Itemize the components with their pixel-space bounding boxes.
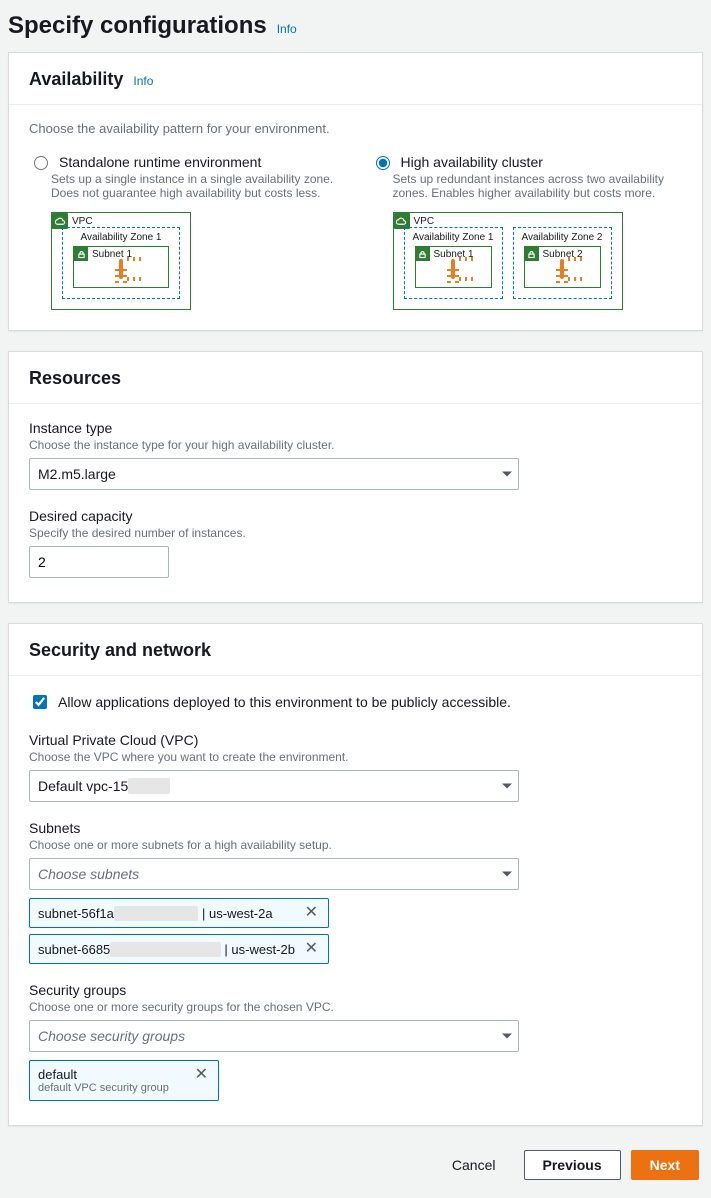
instance-icon — [560, 261, 564, 277]
az1-label: Availability Zone 1 — [405, 232, 502, 243]
availability-heading-text: Availability — [29, 69, 123, 90]
sg-token-name: default — [38, 1067, 169, 1082]
subnet-token: subnet-56f1axxxxxxxxxxxxx | us-west-2a ✕ — [29, 898, 329, 928]
sg-hint: Choose one or more security groups for t… — [29, 1000, 682, 1014]
availability-lead: Choose the availability pattern for your… — [29, 121, 682, 136]
page-title-text: Specify configurations — [8, 12, 267, 40]
vpc-select[interactable]: Default vpc-15xxxxxx — [29, 770, 519, 802]
subnet-token-text: subnet-56f1axxxxxxxxxxxxx | us-west-2a — [38, 906, 273, 921]
capacity-input[interactable] — [29, 546, 169, 578]
security-heading: Security and network — [29, 640, 682, 661]
instance-icon — [119, 261, 123, 277]
wizard-footer: Cancel Previous Next — [8, 1146, 703, 1190]
subnet1-label: Subnet 1 — [434, 249, 474, 260]
capacity-hint: Specify the desired number of instances. — [29, 526, 682, 540]
instance-type-label: Instance type — [29, 420, 682, 436]
page-info-link[interactable]: Info — [277, 22, 297, 36]
subnets-select[interactable]: Choose subnets — [29, 858, 519, 890]
lock-icon — [416, 247, 430, 261]
subnets-placeholder: Choose subnets — [38, 866, 139, 882]
az2-label: Availability Zone 2 — [514, 232, 611, 243]
cancel-button[interactable]: Cancel — [434, 1151, 514, 1179]
vpc-hint: Choose the VPC where you want to create … — [29, 750, 682, 764]
public-access-label: Allow applications deployed to this envi… — [58, 694, 511, 710]
sg-label: Security groups — [29, 982, 682, 998]
capacity-label: Desired capacity — [29, 508, 682, 524]
availability-info-link[interactable]: Info — [133, 74, 153, 88]
instance-icon — [451, 261, 455, 277]
instance-type-select[interactable]: M2.m5.large — [29, 458, 519, 490]
vpc-label: VPC — [72, 216, 93, 227]
option-ha[interactable]: High availability cluster Sets up redund… — [371, 154, 683, 310]
chevron-down-icon — [502, 872, 512, 877]
chevron-down-icon — [502, 784, 512, 789]
availability-panel: Availability Info Choose the availabilit… — [8, 52, 703, 331]
subnet2-label: Subnet 2 — [543, 249, 583, 260]
az1-label: Availability Zone 1 — [63, 232, 179, 243]
resources-heading: Resources — [29, 368, 682, 389]
subnets-hint: Choose one or more subnets for a high av… — [29, 838, 682, 852]
lock-icon — [525, 247, 539, 261]
diagram-ha: VPC Availability Zone 1 Subnet 1 — [393, 212, 683, 310]
resources-panel: Resources Instance type Choose the insta… — [8, 351, 703, 603]
diagram-standalone: VPC Availability Zone 1 Subnet 1 — [51, 212, 341, 310]
public-access-checkbox[interactable] — [33, 695, 47, 709]
close-icon[interactable]: ✕ — [193, 1067, 210, 1083]
sg-token: default default VPC security group ✕ — [29, 1060, 219, 1101]
close-icon[interactable]: ✕ — [303, 905, 320, 921]
subnet-token-text: subnet-6685xxxxxxxxxxxxxxxxx | us-west-2… — [38, 942, 295, 957]
availability-heading: Availability Info — [29, 69, 682, 90]
chevron-down-icon — [502, 472, 512, 477]
subnets-label: Subnets — [29, 820, 682, 836]
radio-ha[interactable] — [376, 156, 390, 170]
radio-ha-label: High availability cluster — [401, 154, 543, 170]
sg-placeholder: Choose security groups — [38, 1028, 185, 1044]
vpc-label: Virtual Private Cloud (VPC) — [29, 732, 682, 748]
radio-standalone-label: Standalone runtime environment — [59, 154, 261, 170]
vpc-label: VPC — [414, 216, 435, 227]
sg-token-desc: default VPC security group — [38, 1082, 169, 1094]
sg-select[interactable]: Choose security groups — [29, 1020, 519, 1052]
instance-type-value: M2.m5.large — [38, 466, 116, 482]
lock-icon — [74, 247, 88, 261]
radio-standalone[interactable] — [34, 156, 48, 170]
security-panel: Security and network Allow applications … — [8, 623, 703, 1126]
chevron-down-icon — [502, 1034, 512, 1039]
subnet-token: subnet-6685xxxxxxxxxxxxxxxxx | us-west-2… — [29, 934, 329, 964]
option-standalone[interactable]: Standalone runtime environment Sets up a… — [29, 154, 341, 310]
page-title: Specify configurations Info — [8, 12, 703, 40]
instance-type-hint: Choose the instance type for your high a… — [29, 438, 682, 452]
radio-ha-desc: Sets up redundant instances across two a… — [393, 172, 683, 200]
close-icon[interactable]: ✕ — [303, 941, 320, 957]
radio-standalone-desc: Sets up a single instance in a single av… — [51, 172, 341, 200]
vpc-value: Default vpc-15xxxxxx — [38, 778, 170, 794]
